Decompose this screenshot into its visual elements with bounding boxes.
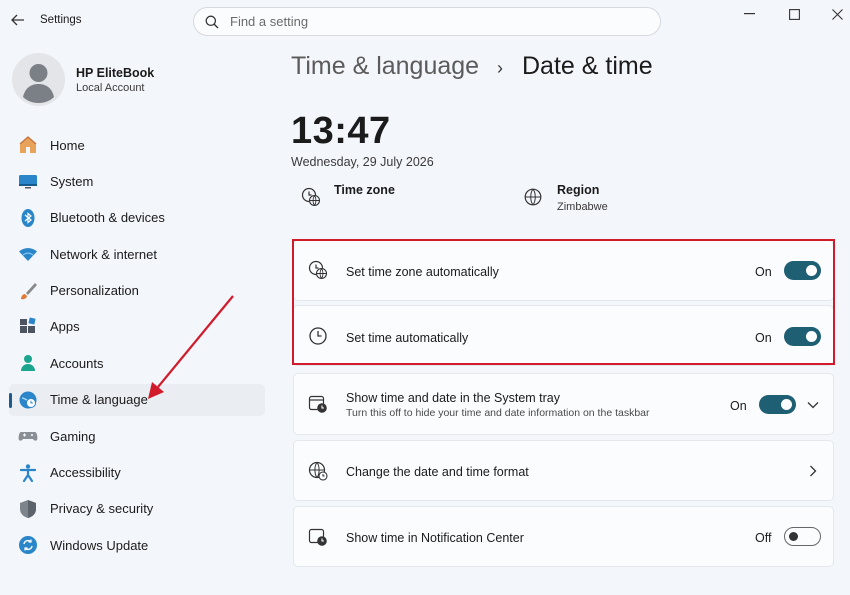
sidebar-item-apps[interactable]: Apps — [9, 311, 265, 343]
region-label: Region — [557, 183, 600, 197]
app-title: Settings — [40, 14, 82, 26]
search-icon — [205, 15, 219, 29]
setting-title: Show time in Notification Center — [346, 531, 524, 545]
sidebar-item-label: Time & language — [50, 392, 148, 408]
profile-account-type: Local Account — [76, 82, 145, 94]
sidebar-item-privacy-security[interactable]: Privacy & security — [9, 493, 265, 525]
brush-icon — [18, 281, 38, 301]
setting-title: Set time zone automatically — [346, 265, 499, 279]
close-icon — [831, 8, 843, 20]
chevron-down-icon[interactable] — [806, 398, 820, 412]
update-icon — [18, 535, 38, 555]
sidebar-item-windows-update[interactable]: Windows Update — [9, 529, 265, 561]
sidebar-item-label: Home — [50, 137, 85, 153]
sidebar-item-accessibility[interactable]: Accessibility — [9, 457, 265, 489]
globe-format-icon — [308, 461, 328, 481]
system-icon — [18, 171, 38, 191]
sidebar-nav: Home System Bluetooth & devices Network … — [9, 129, 265, 566]
back-arrow-icon — [11, 14, 24, 26]
current-date: Wednesday, 29 July 2026 — [291, 155, 434, 169]
sidebar-item-label: Personalization — [50, 283, 139, 299]
maximize-button[interactable] — [779, 4, 809, 24]
current-time: 13:47 — [291, 110, 391, 152]
bluetooth-icon — [18, 208, 38, 228]
time-zone-auto-toggle[interactable] — [784, 261, 821, 280]
setting-card-date-format[interactable]: Change the date and time format — [293, 440, 834, 501]
gamepad-icon — [18, 426, 38, 446]
accessibility-icon — [18, 463, 38, 483]
sidebar-item-accounts[interactable]: Accounts — [9, 347, 265, 379]
close-button[interactable] — [822, 4, 850, 24]
sidebar-item-label: Windows Update — [50, 537, 149, 553]
avatar[interactable] — [12, 53, 65, 106]
system-tray-toggle[interactable] — [759, 395, 796, 414]
setting-title: Set time automatically — [346, 331, 469, 345]
setting-title: Show time and date in the System tray — [346, 391, 560, 405]
sidebar-item-label: Network & internet — [50, 246, 157, 262]
chevron-right-icon — [806, 464, 820, 478]
setting-title: Change the date and time format — [346, 465, 529, 479]
toggle-state-label: On — [755, 331, 772, 345]
setting-description: Turn this off to hide your time and date… — [346, 407, 650, 419]
sidebar-item-label: Privacy & security — [50, 501, 154, 517]
page-title: Date & time — [522, 52, 653, 80]
maximize-icon — [788, 8, 800, 20]
time-zone-icon — [301, 187, 321, 212]
sidebar-item-personalization[interactable]: Personalization — [9, 275, 265, 307]
shield-icon — [18, 499, 38, 519]
toggle-knob — [789, 532, 798, 541]
apps-icon — [18, 317, 38, 337]
selection-indicator — [9, 392, 12, 408]
globe-clock-icon — [308, 260, 328, 280]
calendar-clock-icon — [308, 394, 328, 414]
toggle-state-label: On — [755, 265, 772, 279]
sidebar-item-home[interactable]: Home — [9, 129, 265, 161]
accounts-icon — [18, 353, 38, 373]
back-button[interactable] — [8, 10, 28, 30]
sidebar-item-label: Gaming — [50, 428, 96, 444]
toggle-knob — [781, 399, 792, 410]
setting-card-time-auto: Set time automatically On — [293, 305, 834, 366]
time-zone-label: Time zone — [334, 183, 395, 197]
breadcrumb-parent[interactable]: Time & language — [291, 52, 479, 81]
time-auto-toggle[interactable] — [784, 327, 821, 346]
toggle-knob — [806, 331, 817, 342]
region-value: Zimbabwe — [557, 201, 608, 213]
toggle-state-label: On — [730, 399, 747, 413]
sidebar-item-label: Accessibility — [50, 465, 121, 481]
notification-center-toggle[interactable] — [784, 527, 821, 546]
sidebar-item-label: Accounts — [50, 355, 104, 371]
notification-clock-icon — [308, 527, 328, 547]
breadcrumb-separator: › — [497, 58, 503, 78]
sidebar-item-gaming[interactable]: Gaming — [9, 420, 265, 452]
title-bar: Settings — [0, 0, 850, 40]
sidebar-item-time-language[interactable]: Time & language — [9, 383, 265, 416]
search-box[interactable] — [193, 7, 661, 36]
sidebar-item-label: System — [50, 173, 94, 189]
user-silhouette-icon — [23, 64, 54, 103]
sidebar-item-label: Apps — [50, 319, 80, 335]
setting-card-time-zone-auto: Set time zone automatically On — [293, 240, 834, 301]
globe-icon — [524, 188, 542, 211]
wifi-icon — [18, 244, 38, 264]
setting-card-notification-center: Show time in Notification Center Off — [293, 506, 834, 567]
minimize-button[interactable] — [734, 4, 764, 24]
toggle-state-label: Off — [755, 531, 772, 545]
time-language-icon — [18, 390, 38, 410]
sidebar-item-network-internet[interactable]: Network & internet — [9, 238, 265, 270]
sidebar-item-system[interactable]: System — [9, 165, 265, 197]
minimize-icon — [743, 13, 755, 15]
toggle-knob — [806, 265, 817, 276]
clock-icon — [308, 326, 328, 346]
setting-card-system-tray[interactable]: Show time and date in the System tray Tu… — [293, 373, 834, 435]
sidebar-item-bluetooth-devices[interactable]: Bluetooth & devices — [9, 202, 265, 234]
profile-name: HP EliteBook — [76, 66, 155, 80]
sidebar-item-label: Bluetooth & devices — [50, 210, 165, 226]
search-input[interactable] — [230, 14, 630, 29]
home-icon — [18, 135, 38, 155]
